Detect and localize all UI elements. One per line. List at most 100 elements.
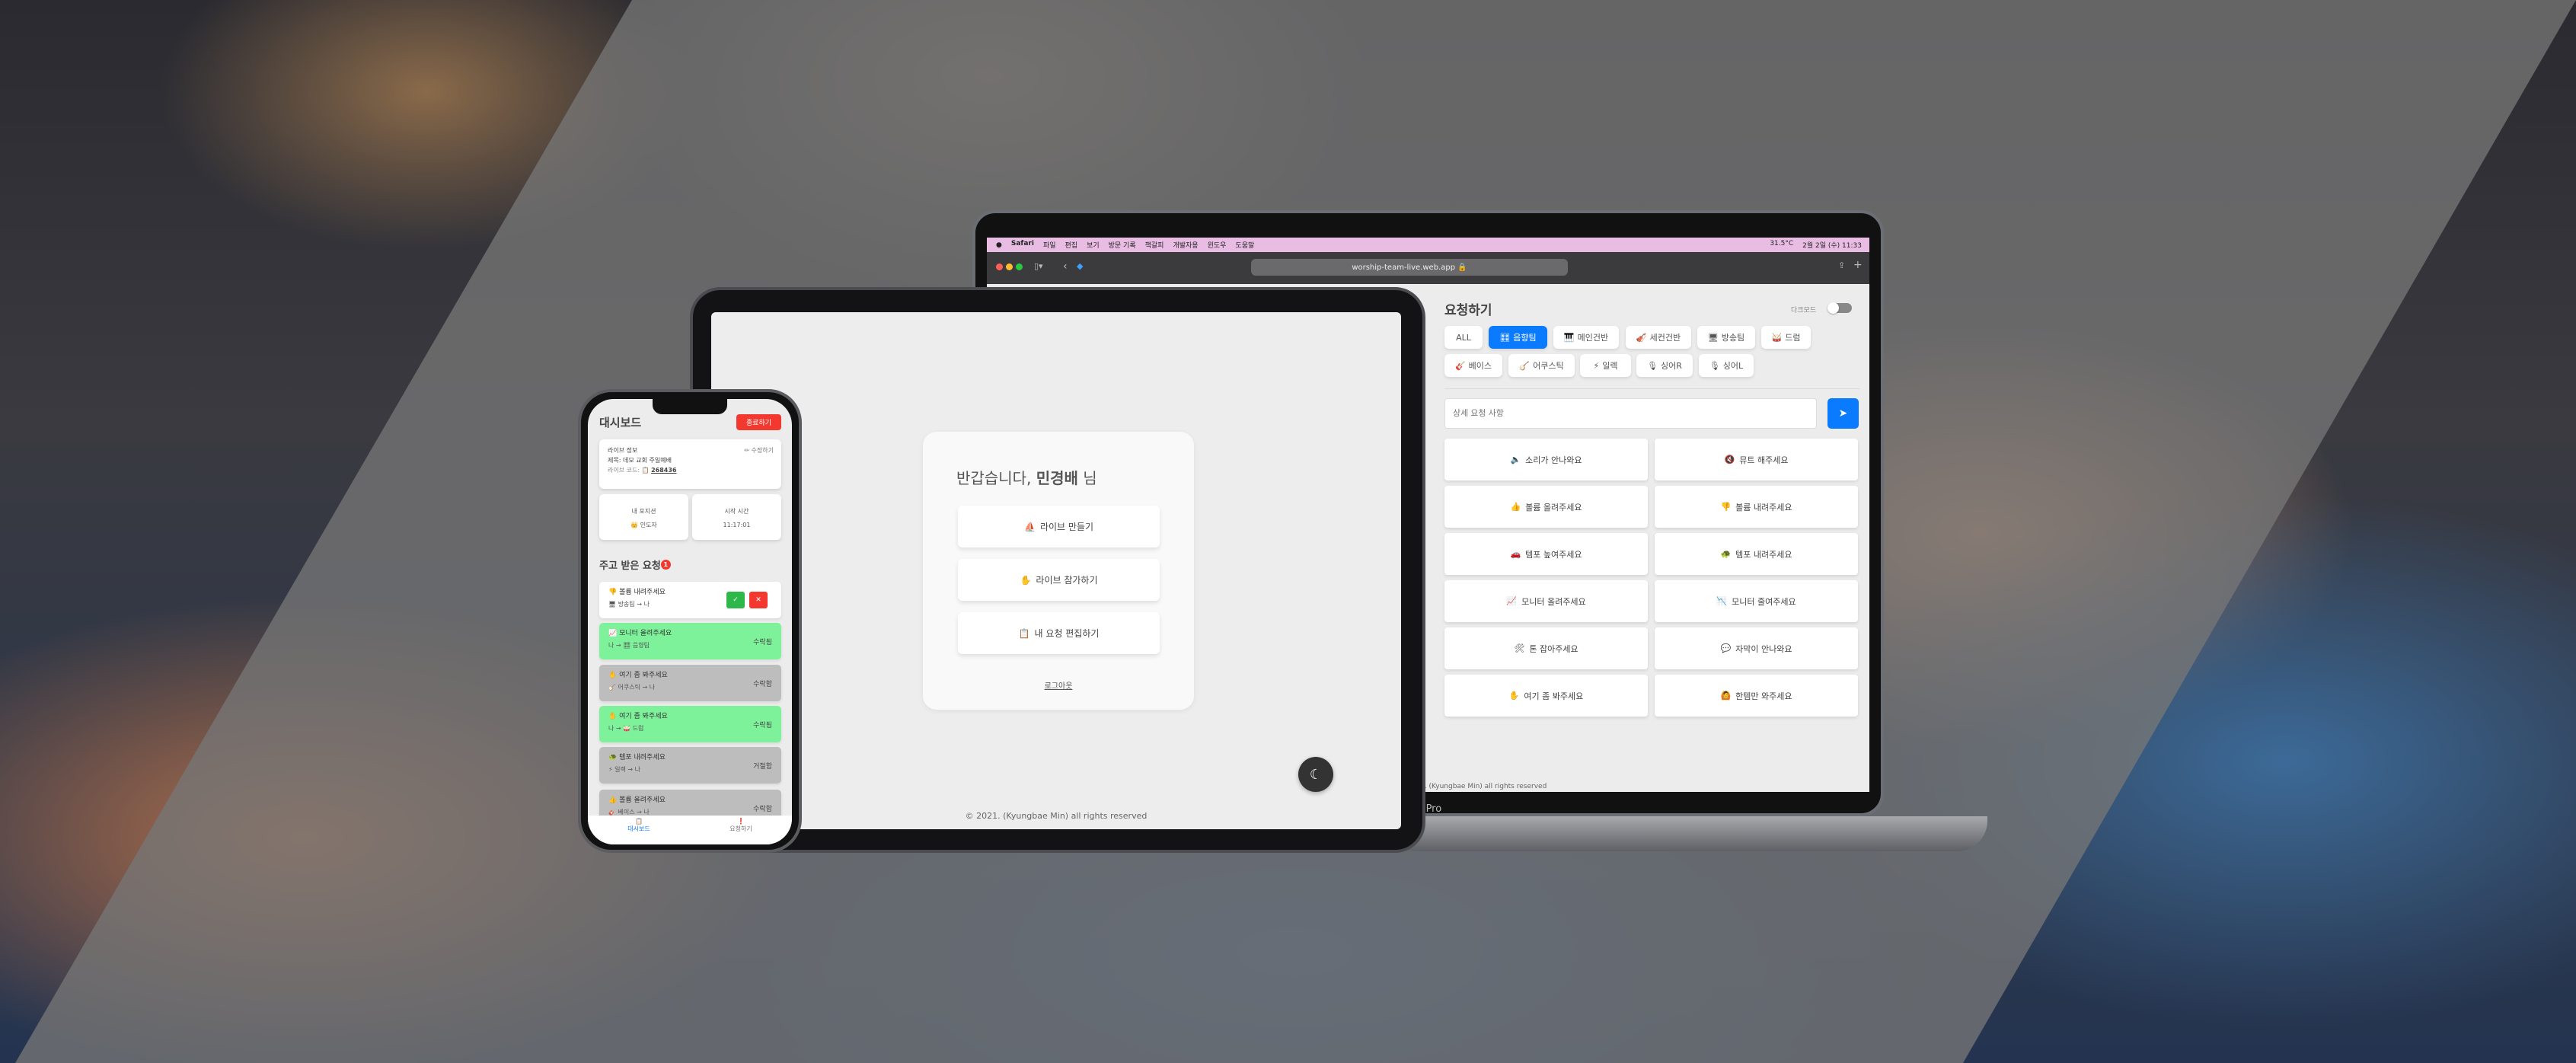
close-window-button[interactable] bbox=[996, 263, 1003, 270]
tab-request[interactable]: ❗ 요청하기 bbox=[690, 816, 792, 844]
start-time-card: 시작 시간 11:17:01 bbox=[692, 494, 781, 540]
request-button[interactable]: ✋ 여기 좀 봐주세요 bbox=[1444, 675, 1648, 717]
request-button[interactable]: 🛠 톤 잡아주세요 bbox=[1444, 627, 1648, 669]
extension-icon[interactable]: ◆ bbox=[1077, 261, 1083, 271]
menu-item[interactable]: 보기 bbox=[1087, 240, 1100, 250]
menu-item[interactable]: 방문 기록 bbox=[1109, 240, 1136, 250]
menu-item[interactable]: Safari bbox=[1011, 240, 1034, 250]
position-chip[interactable]: 🎻 세컨건반 bbox=[1626, 326, 1691, 349]
menu-item[interactable]: 파일 bbox=[1043, 240, 1056, 250]
position-chip[interactable]: ALL bbox=[1444, 326, 1483, 349]
request-status: 거절함 bbox=[753, 763, 772, 771]
footer-copyright: © 2021. (Kyungbae Min) all rights reserv… bbox=[965, 811, 1148, 821]
reject-button[interactable]: ✕ bbox=[749, 592, 768, 608]
request-button[interactable]: 👎 볼륨 내려주세요 bbox=[1655, 486, 1858, 528]
tab-dashboard[interactable]: 📋 대시보드 bbox=[588, 816, 690, 844]
request-button[interactable]: 🐢 템포 내려주세요 bbox=[1655, 533, 1858, 575]
menu-item[interactable]: 윈도우 bbox=[1208, 240, 1227, 250]
sidebar-icon[interactable]: ▯▾ bbox=[1034, 261, 1043, 271]
request-icon: 💬 bbox=[1720, 643, 1732, 653]
url-bar[interactable]: worship-team-live.web.app 🔒 bbox=[1251, 259, 1568, 276]
request-label: 자막이 안나와요 bbox=[1735, 643, 1792, 654]
logout-link[interactable]: 로그아웃 bbox=[923, 679, 1194, 691]
phone-screen: 대시보드 종료하기 라이브 정보 ✏ 수정하기 제목: 데모 교회 주일예배 라… bbox=[588, 399, 792, 844]
position-chip[interactable]: 🎸 베이스 bbox=[1444, 354, 1502, 377]
back-icon[interactable]: ‹ bbox=[1063, 260, 1068, 273]
join-live-button[interactable]: ✋ 라이브 참가하기 bbox=[958, 559, 1160, 601]
position-icon: 🖥 bbox=[1707, 332, 1719, 343]
laptop-base bbox=[1388, 816, 1987, 851]
request-title: 👎 볼륨 내려주세요 bbox=[608, 589, 666, 596]
request-label: 한템만 와주세요 bbox=[1735, 691, 1792, 701]
divider bbox=[1444, 388, 1860, 389]
position-label: 내 포지션 bbox=[631, 508, 656, 515]
position-chip[interactable]: 🎙 싱어L bbox=[1699, 354, 1754, 377]
position-chip[interactable]: 🎙 싱어R bbox=[1636, 354, 1693, 377]
request-icon: 👍 bbox=[1510, 502, 1521, 512]
dark-mode-button[interactable]: ☾ bbox=[1298, 757, 1333, 792]
my-position-card: 내 포지션 👑 인도자 bbox=[599, 494, 688, 540]
send-button[interactable]: ➤ bbox=[1827, 398, 1859, 429]
apple-icon[interactable]: ● bbox=[996, 241, 1002, 249]
edit-live-link[interactable]: ✏ 수정하기 bbox=[744, 445, 774, 455]
request-button[interactable]: 🚗 템포 높여주세요 bbox=[1444, 533, 1648, 575]
position-label: 어쿠스틱 bbox=[1533, 361, 1564, 371]
menu-item[interactable]: 개발자용 bbox=[1173, 240, 1198, 250]
request-button[interactable]: 🔈 소리가 안나와요 bbox=[1444, 439, 1648, 480]
position-icon: 🎻 bbox=[1636, 332, 1647, 343]
datetime: 2월 2일 (수) 11:33 bbox=[1802, 242, 1862, 250]
position-icon: 🎸 bbox=[1454, 360, 1466, 371]
menu-item[interactable]: 도움말 bbox=[1235, 240, 1254, 250]
request-route: 나 → 🥁 드럼 bbox=[608, 725, 644, 732]
copy-icon[interactable]: 📋 bbox=[642, 467, 650, 474]
edit-requests-button[interactable]: 📋 내 요청 편집하기 bbox=[958, 612, 1160, 654]
button-label: 라이브 참가하기 bbox=[1036, 575, 1098, 586]
request-button[interactable]: 🙆 한템만 와주세요 bbox=[1655, 675, 1858, 717]
live-code[interactable]: 268436 bbox=[651, 467, 676, 474]
position-label: 싱어L bbox=[1722, 361, 1744, 371]
position-label: 세컨건반 bbox=[1649, 333, 1681, 343]
x-icon: ✕ bbox=[755, 596, 761, 604]
menu-item[interactable]: 책갈피 bbox=[1145, 240, 1164, 250]
position-chip[interactable]: 🖥 방송팀 bbox=[1697, 326, 1755, 349]
request-icon: 🔇 bbox=[1724, 455, 1735, 464]
temperature: 31.5°C bbox=[1770, 240, 1794, 247]
position-chip[interactable]: 🪕 어쿠스틱 bbox=[1508, 354, 1575, 377]
position-icon: 🎹 bbox=[1563, 332, 1575, 343]
welcome-card: 반갑습니다, 민경배 님 ⛵ 라이브 만들기 ✋ 라이브 참가하기 📋 내 요청 편집… bbox=[923, 432, 1194, 710]
request-icon: 🐢 bbox=[1720, 549, 1732, 559]
live-code-label: 라이브 코드: bbox=[608, 467, 640, 474]
request-title: 👍 볼륨 올려주세요 bbox=[608, 796, 666, 804]
dark-mode-toggle[interactable] bbox=[1827, 302, 1852, 314]
maximize-window-button[interactable] bbox=[1016, 263, 1023, 270]
position-chip[interactable]: 🎛 음향팀 bbox=[1489, 326, 1547, 349]
safari-toolbar: ▯▾ ‹ ◆ worship-team-live.web.app 🔒 ⇪ + bbox=[987, 252, 1869, 284]
position-chip[interactable]: 🎹 메인건반 bbox=[1553, 326, 1619, 349]
start-time-value: 11:17:01 bbox=[723, 522, 751, 528]
position-label: 드럼 bbox=[1785, 333, 1801, 343]
create-live-button[interactable]: ⛵ 라이브 만들기 bbox=[958, 506, 1160, 547]
request-title: ✋ 여기 좀 봐주세요 bbox=[608, 672, 668, 679]
minimize-window-button[interactable] bbox=[1006, 263, 1013, 270]
end-live-button[interactable]: 종료하기 bbox=[736, 414, 781, 430]
detail-request-input[interactable] bbox=[1444, 398, 1817, 429]
request-button[interactable]: 🔇 뮤트 해주세요 bbox=[1655, 439, 1858, 480]
position-chip[interactable]: ⚡ 일렉 bbox=[1580, 354, 1631, 377]
position-icon: 🥁 bbox=[1771, 332, 1783, 343]
share-icon[interactable]: ⇪ bbox=[1838, 260, 1845, 270]
position-chip[interactable]: 🥁 드럼 bbox=[1761, 326, 1811, 349]
position-label: 방송팀 bbox=[1721, 333, 1745, 343]
bottom-tab-bar: 📋 대시보드 ❗ 요청하기 bbox=[588, 816, 792, 844]
request-item: 👎 볼륨 내려주세요 🖥 방송팀 → 나 ✓ ✕ bbox=[599, 582, 781, 618]
request-icon: 🙆 bbox=[1720, 691, 1732, 701]
menu-item[interactable]: 편집 bbox=[1065, 240, 1078, 250]
request-title: ✋ 여기 좀 봐주세요 bbox=[608, 713, 668, 720]
request-label: 템포 높여주세요 bbox=[1525, 549, 1582, 560]
request-button[interactable]: 👍 볼륨 올려주세요 bbox=[1444, 486, 1648, 528]
request-button[interactable]: 💬 자막이 안나와요 bbox=[1655, 627, 1858, 669]
request-button[interactable]: 📉 모니터 줄여주세요 bbox=[1655, 580, 1858, 622]
request-button[interactable]: 📈 모니터 올려주세요 bbox=[1444, 580, 1648, 622]
live-info-card: 라이브 정보 ✏ 수정하기 제목: 데모 교회 주일예배 라이브 코드: 📋 2… bbox=[599, 439, 781, 489]
accept-button[interactable]: ✓ bbox=[726, 592, 745, 608]
new-tab-icon[interactable]: + bbox=[1853, 259, 1863, 271]
